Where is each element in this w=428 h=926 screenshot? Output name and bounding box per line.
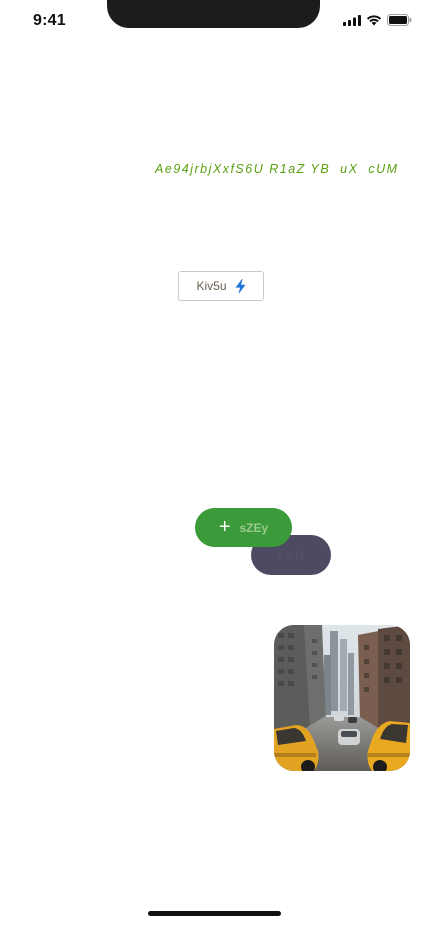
add-szey-button[interactable]: + sZEy <box>195 508 292 547</box>
kiv5u-button-label: Kiv5u <box>196 279 227 293</box>
lightning-bolt-icon <box>235 278 246 294</box>
plus-icon: + <box>218 515 231 538</box>
photo-city-street-taxis <box>274 625 410 771</box>
wifi-icon <box>366 15 382 26</box>
home-indicator[interactable] <box>148 911 281 916</box>
add-szey-button-label: sZEy <box>239 520 269 535</box>
battery-icon <box>387 14 412 26</box>
kiv5u-button[interactable]: Kiv5u <box>178 271 264 301</box>
cellular-signal-icon <box>343 14 361 26</box>
status-time: 9:41 <box>33 12 66 29</box>
lbn-button-label: Lb N <box>278 548 304 562</box>
city-street-photo[interactable] <box>274 625 410 771</box>
green-italic-text: Ae94jrbjXxfS6U R1aZ YB uX cUM <box>155 162 399 176</box>
device-notch <box>107 0 320 28</box>
status-icons <box>343 14 412 26</box>
